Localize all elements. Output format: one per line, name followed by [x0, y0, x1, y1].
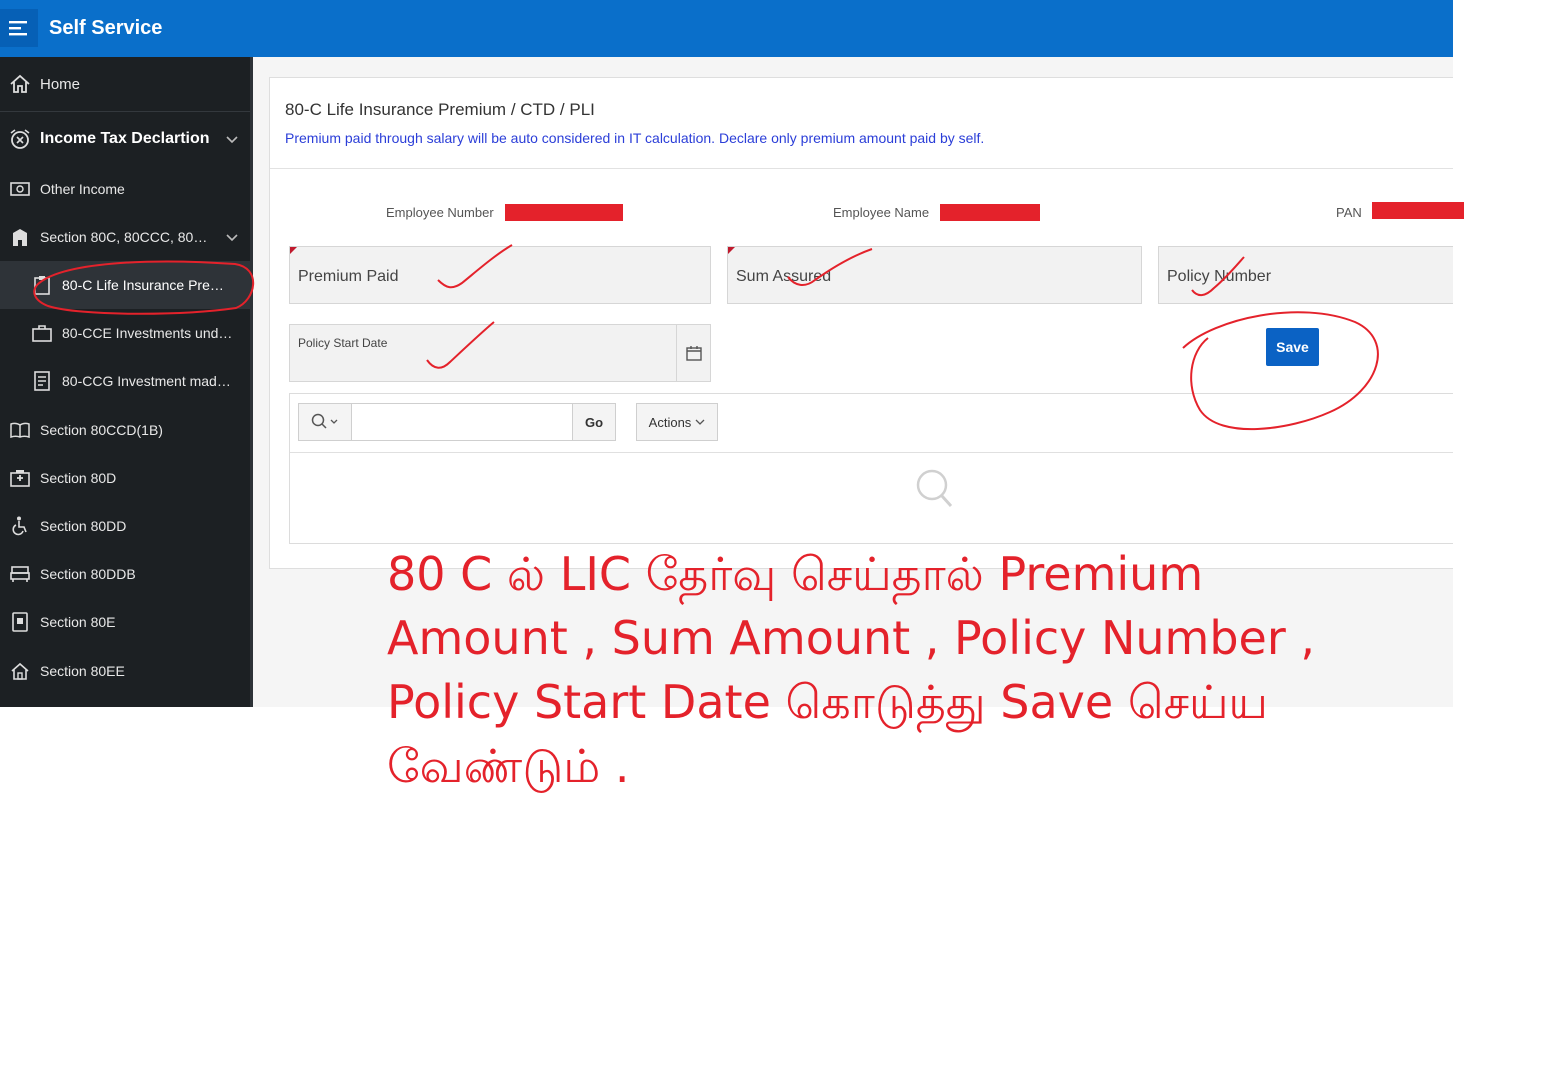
search-icon — [311, 413, 338, 429]
employee-number-value: 43020 — [508, 204, 547, 220]
policy-start-date-field[interactable]: Policy Start Date — [289, 324, 711, 382]
sidebar-item-label: Other Income — [40, 181, 125, 197]
chevron-down-icon — [695, 419, 705, 425]
pan-label: PAN — [1336, 205, 1362, 220]
sidebar-item-label: Section 80D — [40, 470, 117, 486]
sidebar-item-80ccg-investment[interactable]: 80-CCG Investment made un... — [0, 357, 250, 405]
premium-paid-field[interactable]: Premium Paid — [289, 246, 711, 304]
policy-start-date-label: Policy Start Date — [298, 336, 388, 350]
search-bar: Go — [298, 403, 616, 441]
money-icon — [0, 182, 40, 196]
actions-menu-button[interactable]: Actions — [636, 403, 718, 441]
sidebar-item-80c-life-insurance[interactable]: 80-C Life Insurance Premiu... — [0, 261, 250, 309]
education-icon — [0, 612, 40, 632]
wheelchair-icon — [0, 516, 40, 536]
sidebar-item-label: Section 80CCD(1B) — [40, 422, 163, 438]
sidebar-item-other-income[interactable]: Other Income — [0, 165, 250, 213]
sidebar-item-80cce-investments[interactable]: 80-CCE Investments under Se... — [0, 309, 250, 357]
divider — [270, 168, 1453, 169]
employee-name-value: S — [944, 204, 954, 220]
chevron-down-icon — [226, 229, 238, 245]
home-icon — [0, 74, 40, 94]
sidebar-item-label: 80-C Life Insurance Premiu... — [62, 277, 232, 293]
document-icon — [22, 371, 62, 391]
employee-number-label: Employee Number — [386, 205, 494, 220]
sidebar-item-section-80ddb[interactable]: Section 80DDB — [0, 550, 250, 598]
sidebar-item-home[interactable]: Home — [0, 57, 250, 111]
clipboard-icon — [22, 275, 62, 295]
chevron-down-icon — [226, 131, 238, 147]
sidebar-item-section-80ccd1b[interactable]: Section 80CCD(1B) — [0, 406, 250, 454]
book-icon — [0, 422, 40, 438]
tax-clock-icon — [0, 127, 40, 151]
divider — [0, 111, 250, 112]
sidebar-item-label: Section 80E — [40, 614, 116, 630]
app-title: Self Service — [49, 17, 163, 39]
building-icon — [0, 227, 40, 247]
save-button[interactable]: Save — [1266, 328, 1319, 366]
employee-name-label: Employee Name — [833, 205, 930, 220]
sum-assured-label: Sum Assured — [736, 268, 832, 285]
sidebar-item-label: Section 80DDB — [40, 566, 136, 582]
no-data-search-icon — [915, 468, 955, 515]
house-icon — [0, 662, 40, 680]
policy-number-field[interactable]: Policy Number — [1158, 246, 1453, 304]
sidebar-item-label: Section 80C, 80CCC, 80CC... — [40, 229, 215, 245]
sidebar-item-income-tax-declaration[interactable]: Income Tax Declartion — [0, 115, 250, 163]
interactive-report: Go Actions — [289, 393, 1453, 544]
sidebar-item-label: Income Tax Declartion — [40, 130, 210, 147]
search-input[interactable] — [352, 404, 572, 440]
sidebar-item-section-80c[interactable]: Section 80C, 80CCC, 80CC... — [0, 213, 250, 261]
calendar-button[interactable] — [676, 325, 710, 381]
sidebar-item-label: Section 80DD — [40, 518, 127, 534]
sidebar-item-section-80e[interactable]: Section 80E — [0, 598, 250, 646]
sidebar-item-label: Section 80EE — [40, 663, 125, 679]
hospital-icon — [0, 469, 40, 487]
premium-paid-label: Premium Paid — [298, 268, 399, 285]
sidebar-item-label: Home — [40, 75, 81, 93]
sum-assured-field[interactable]: Sum Assured — [727, 246, 1142, 304]
briefcase-icon — [22, 324, 62, 342]
report-toolbar: Go Actions — [290, 394, 1453, 453]
content-region: 80-C Life Insurance Premium / CTD / PLI … — [269, 77, 1453, 569]
sidebar-item-section-80d[interactable]: Section 80D — [0, 454, 250, 502]
bed-icon — [0, 565, 40, 583]
menu-toggle-button[interactable] — [0, 9, 38, 47]
instruction-caption: 80 C ல் LIC தேர்வு செய்தால் Premium Amou… — [387, 547, 1316, 793]
sidebar-item-label: 80-CCE Investments under Se... — [62, 325, 240, 341]
top-bar: Self Service — [0, 0, 1453, 57]
actions-label: Actions — [648, 414, 692, 430]
hamburger-icon — [9, 21, 27, 36]
search-column-selector[interactable] — [299, 404, 352, 440]
policy-number-label: Policy Number — [1167, 268, 1272, 285]
sidebar-item-section-80ee[interactable]: Section 80EE — [0, 647, 250, 695]
sidebar-item-section-80dd[interactable]: Section 80DD — [0, 502, 250, 550]
region-title: 80-C Life Insurance Premium / CTD / PLI — [285, 100, 595, 119]
region-note: Premium paid through salary will be auto… — [285, 130, 985, 146]
sidebar-item-label: 80-CCG Investment made un... — [62, 373, 237, 389]
go-button[interactable]: Go — [572, 404, 615, 440]
sidebar: Home Income Tax Declartion Other Income … — [0, 57, 253, 707]
calendar-icon — [685, 346, 702, 361]
